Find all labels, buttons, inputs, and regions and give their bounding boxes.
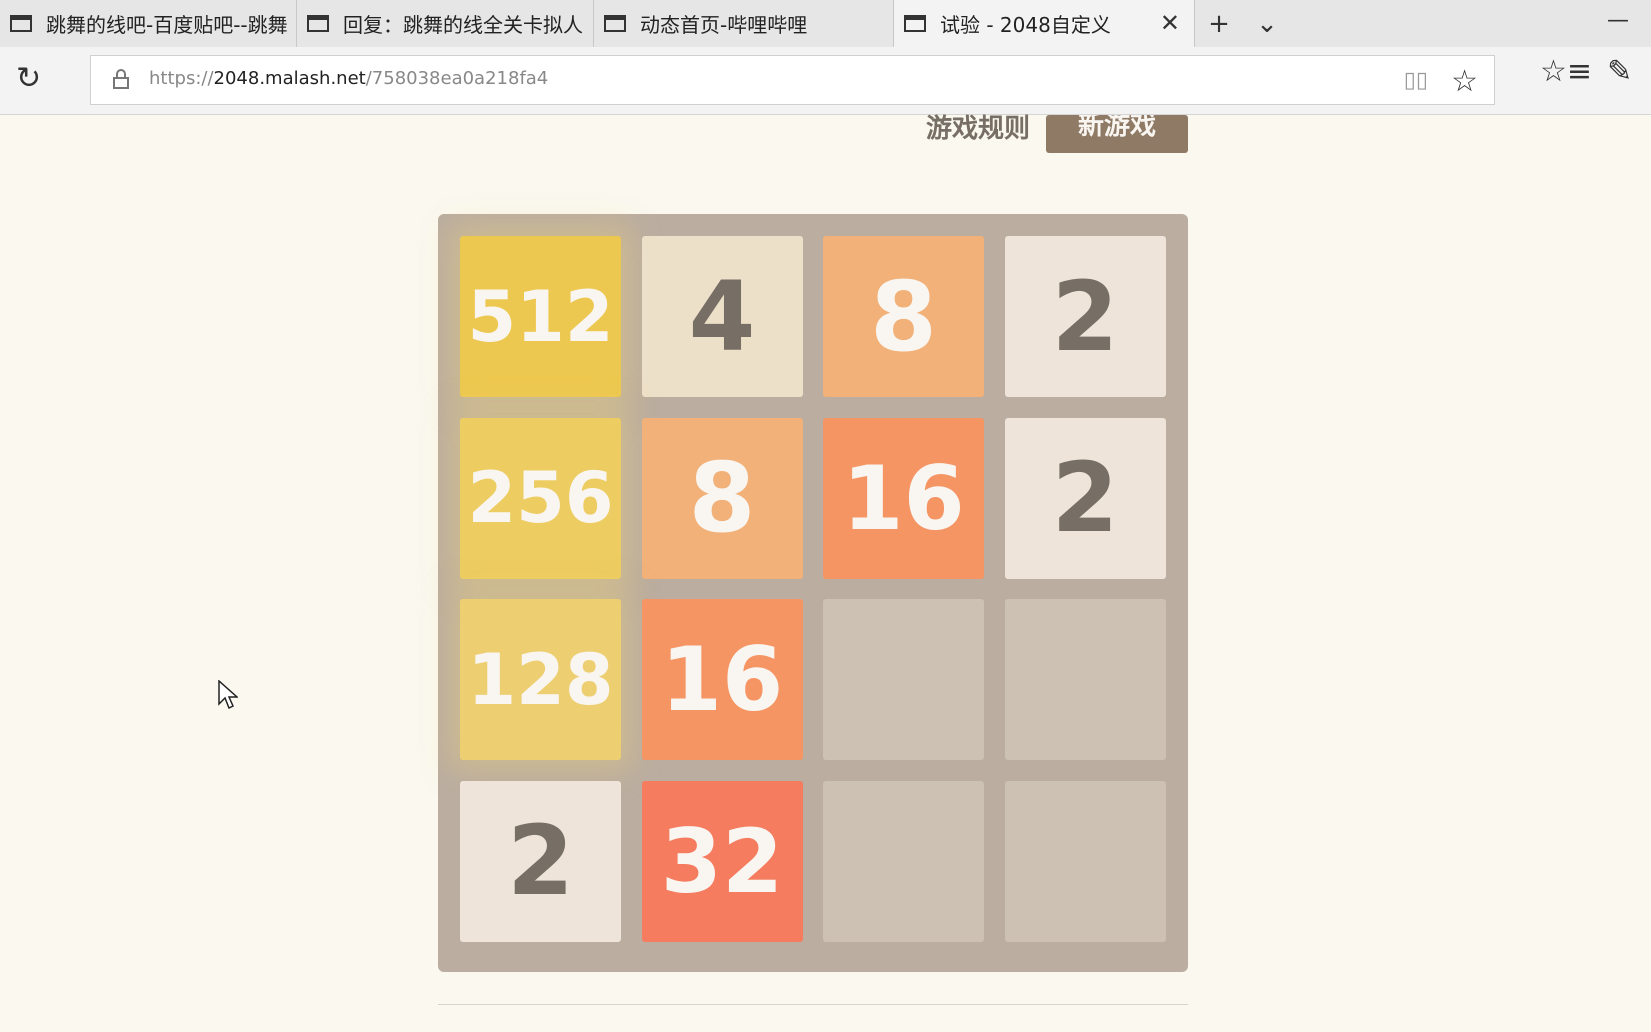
tile-8: 8: [823, 236, 984, 397]
tile-256: 256: [460, 417, 621, 579]
tab-tieba[interactable]: 跳舞的线吧-百度贴吧--跳舞: [0, 0, 297, 47]
divider: [438, 1004, 1188, 1005]
tab-title: 跳舞的线吧-百度贴吧--跳舞: [46, 13, 288, 37]
refresh-icon[interactable]: ↻: [16, 61, 41, 96]
game-board: 512 4 8 2 256 8 16 2 128 16 2 32: [438, 214, 1188, 972]
minimize-icon[interactable]: —: [1607, 8, 1629, 33]
page-icon: [604, 15, 626, 32]
tile-4: 4: [641, 236, 803, 397]
tile-2: 2: [1004, 417, 1166, 579]
favorites-list-icon[interactable]: ☆≡: [1540, 54, 1592, 89]
tile-2: 2: [460, 780, 621, 942]
tile-32: 32: [641, 780, 803, 942]
reading-view-icon[interactable]: ▯▯: [1404, 68, 1428, 93]
empty-cell: [823, 599, 984, 760]
new-tab-icon[interactable]: +: [1195, 9, 1243, 39]
tab-title: 动态首页-哔哩哔哩: [640, 13, 808, 37]
page-icon: [307, 15, 329, 32]
tab-strip: 跳舞的线吧-百度贴吧--跳舞 回复：跳舞的线全关卡拟人 动态首页-哔哩哔哩 试验…: [0, 0, 1651, 47]
tile-8: 8: [641, 417, 803, 579]
tab-bilibili[interactable]: 动态首页-哔哩哔哩: [594, 0, 894, 47]
tile-512: 512: [460, 236, 621, 397]
tile-128: 128: [460, 599, 621, 760]
tile-16: 16: [823, 417, 984, 579]
rules-link[interactable]: 游戏规则: [926, 108, 1030, 145]
address-bar[interactable]: https://2048.malash.net/758038ea0a218fa4…: [90, 55, 1495, 105]
tab-title: 回复：跳舞的线全关卡拟人: [343, 13, 583, 37]
tab-reply[interactable]: 回复：跳舞的线全关卡拟人: [297, 0, 594, 47]
empty-cell: [1004, 780, 1166, 942]
favorite-star-icon[interactable]: ☆: [1451, 64, 1478, 99]
empty-cell: [823, 780, 984, 942]
tab-list-icon[interactable]: ⌄: [1243, 9, 1291, 39]
pen-icon[interactable]: ✎: [1607, 54, 1632, 89]
mouse-cursor-icon: [218, 680, 238, 710]
tile-16: 16: [641, 599, 803, 760]
url-text[interactable]: https://2048.malash.net/758038ea0a218fa4: [149, 68, 548, 89]
tab-title: 试验 - 2048自定义: [940, 13, 1111, 37]
lock-icon: [113, 69, 129, 89]
tab-controls: + ⌄: [1195, 0, 1291, 47]
tile-2: 2: [1004, 236, 1166, 397]
navigation-bar: ↻ https://2048.malash.net/758038ea0a218f…: [0, 47, 1651, 115]
close-tab-icon[interactable]: ✕: [1160, 10, 1180, 36]
page-icon: [10, 15, 32, 32]
empty-cell: [1004, 599, 1166, 760]
page-icon: [904, 15, 926, 32]
new-game-button[interactable]: 新游戏: [1046, 115, 1188, 153]
tab-2048[interactable]: 试验 - 2048自定义 ✕: [894, 0, 1195, 47]
